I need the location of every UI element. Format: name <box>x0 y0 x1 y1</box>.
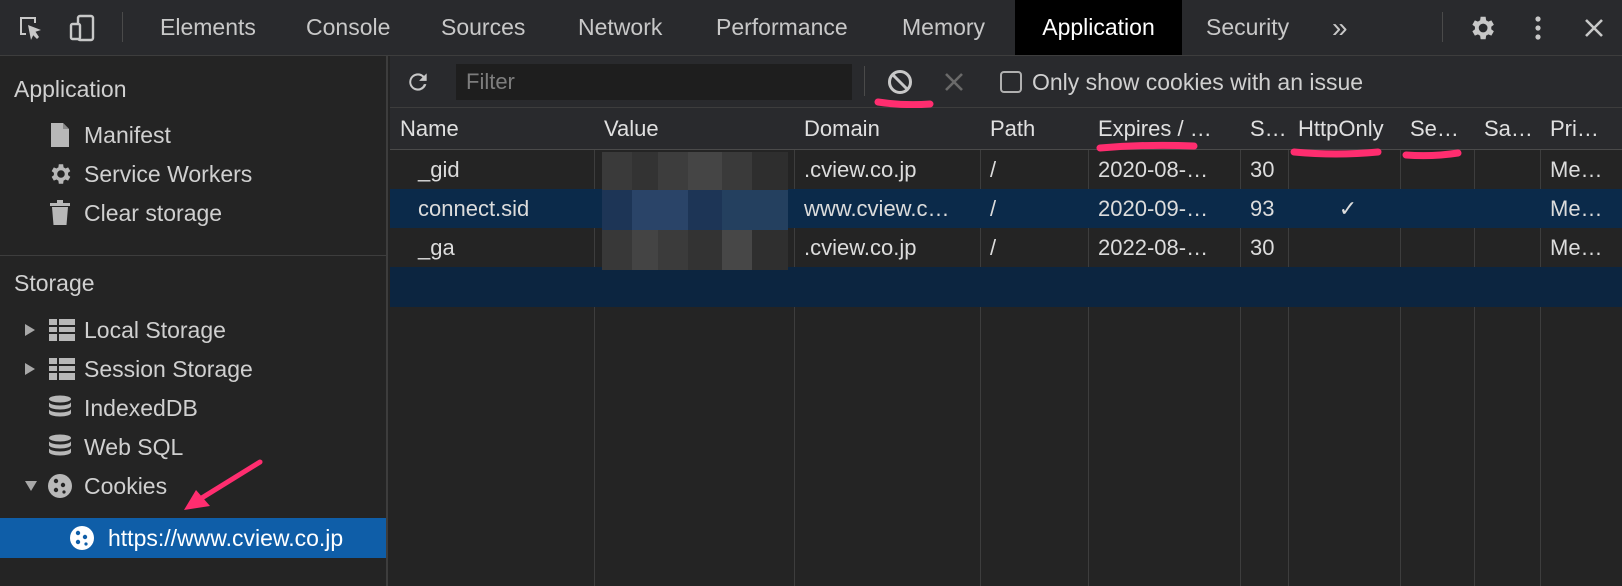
column-header-secure[interactable]: Se… <box>1400 108 1474 150</box>
cell-domain: .cview.co.jp <box>804 156 917 182</box>
sidebar-item-label: Service Workers <box>84 160 253 187</box>
issue-filter-label[interactable]: Only show cookies with an issue <box>1032 56 1363 108</box>
tab-application[interactable]: Application <box>1015 0 1182 55</box>
cell-httponly <box>1308 228 1388 267</box>
issue-filter-checkbox[interactable] <box>1000 71 1022 93</box>
sidebar-item-label: Clear storage <box>84 199 223 226</box>
table-header: Name Value Domain Path Expires / … S… Ht… <box>390 108 1622 150</box>
empty-table-row <box>390 267 1622 307</box>
column-header-samesite[interactable]: Sa… <box>1474 108 1540 150</box>
cell-domain: .cview.co.jp <box>804 234 917 260</box>
redacted-value-block <box>602 152 788 270</box>
cell-expires: 2020-09-… <box>1098 195 1209 221</box>
gear-icon <box>46 155 74 193</box>
annotation-underline <box>1402 149 1462 160</box>
grid-icon <box>48 350 76 388</box>
database-icon <box>46 428 74 466</box>
cell-path: / <box>990 234 997 260</box>
annotation-arrow <box>184 459 263 510</box>
table-row[interactable]: connect.sid www.cview.c… / 2020-09-… 93 … <box>390 189 1622 228</box>
cell-httponly: ✓ <box>1338 195 1358 221</box>
sidebar-item-manifest[interactable]: Manifest <box>0 116 386 154</box>
trash-icon <box>46 194 74 232</box>
annotation-underline <box>1290 148 1382 158</box>
column-header-path[interactable]: Path <box>980 108 1088 150</box>
cell-size: 93 <box>1250 195 1275 221</box>
close-icon[interactable] <box>1578 0 1610 56</box>
cookie-icon <box>68 518 96 558</box>
sidebar-item-indexeddb[interactable]: IndexedDB <box>0 389 386 427</box>
devtools-tab-bar: Elements Console Sources Network Perform… <box>0 0 1622 56</box>
filter-input[interactable] <box>456 64 852 100</box>
annotation-underline <box>1096 141 1198 152</box>
delete-selected-icon[interactable] <box>938 56 970 108</box>
cell-domain: www.cview.c… <box>804 195 950 221</box>
inspect-element-icon[interactable] <box>14 0 48 56</box>
cookies-table: Name Value Domain Path Expires / … S… Ht… <box>390 108 1622 586</box>
sidebar-item-local-storage[interactable]: Local Storage <box>0 311 386 349</box>
cell-priority: Me… <box>1550 195 1603 221</box>
toolbar-divider <box>122 12 123 42</box>
tab-elements[interactable]: Elements <box>160 0 256 55</box>
section-title-storage: Storage <box>14 270 95 296</box>
sidebar-item-cookie-origin[interactable]: https://www.cview.co.jp <box>0 518 386 558</box>
cell-size: 30 <box>1250 234 1275 260</box>
sidebar-item-label: Cookies <box>84 472 168 499</box>
sidebar-item-label: Web SQL <box>84 433 184 460</box>
section-divider <box>0 255 386 256</box>
sidebar-item-clear-storage[interactable]: Clear storage <box>0 194 386 232</box>
cell-priority: Me… <box>1550 234 1603 260</box>
cell-path: / <box>990 156 997 182</box>
tab-memory[interactable]: Memory <box>902 0 985 55</box>
cell-name: _ga <box>418 234 455 260</box>
sidebar-item-label: Local Storage <box>84 316 226 343</box>
cell-expires: 2020-08-… <box>1098 156 1209 182</box>
section-title-application: Application <box>14 76 127 102</box>
cookie-icon <box>46 467 74 505</box>
more-tabs-button[interactable]: » <box>1332 0 1348 56</box>
toolbar-divider <box>864 66 865 96</box>
refresh-icon[interactable] <box>400 56 436 108</box>
application-sidebar: Application Manifest Service Workers Cle… <box>0 56 388 586</box>
sidebar-item-service-workers[interactable]: Service Workers <box>0 155 386 193</box>
expand-triangle-icon[interactable] <box>24 311 36 349</box>
devtools-window: Elements Console Sources Network Perform… <box>0 0 1622 586</box>
manifest-icon <box>46 116 74 154</box>
tab-performance[interactable]: Performance <box>716 0 848 55</box>
sidebar-item-label: IndexedDB <box>84 394 198 421</box>
cell-name: connect.sid <box>418 195 530 221</box>
tab-security[interactable]: Security <box>1206 0 1289 55</box>
cell-expires: 2022-08-… <box>1098 234 1209 260</box>
gear-icon[interactable] <box>1466 0 1498 56</box>
sidebar-item-label: https://www.cview.co.jp <box>108 524 344 551</box>
expand-triangle-icon[interactable] <box>24 350 36 388</box>
sidebar-item-label: Manifest <box>84 121 171 148</box>
cookies-toolbar: Only show cookies with an issue <box>390 56 1622 109</box>
cell-name: _gid <box>418 156 460 182</box>
cell-size: 30 <box>1250 156 1275 182</box>
column-header-httponly[interactable]: HttpOnly <box>1288 108 1400 150</box>
database-icon <box>46 389 74 427</box>
column-header-value[interactable]: Value <box>594 108 794 150</box>
sidebar-item-session-storage[interactable]: Session Storage <box>0 350 386 388</box>
grid-icon <box>48 311 76 349</box>
tab-sources[interactable]: Sources <box>441 0 525 55</box>
more-options-icon[interactable] <box>1524 0 1552 56</box>
sidebar-item-label: Session Storage <box>84 355 253 382</box>
column-header-size[interactable]: S… <box>1240 108 1288 150</box>
device-toolbar-icon[interactable] <box>64 0 100 56</box>
toolbar-divider <box>1442 12 1443 42</box>
tab-network[interactable]: Network <box>578 0 662 55</box>
cell-path: / <box>990 195 997 221</box>
table-row[interactable]: _ga .cview.co.jp / 2022-08-… 30 Me… <box>390 228 1622 267</box>
tab-console[interactable]: Console <box>306 0 390 55</box>
cell-priority: Me… <box>1550 156 1603 182</box>
column-header-domain[interactable]: Domain <box>794 108 980 150</box>
collapse-triangle-icon[interactable] <box>24 467 38 505</box>
column-header-priority[interactable]: Pri… <box>1540 108 1622 150</box>
column-header-name[interactable]: Name <box>390 108 594 150</box>
